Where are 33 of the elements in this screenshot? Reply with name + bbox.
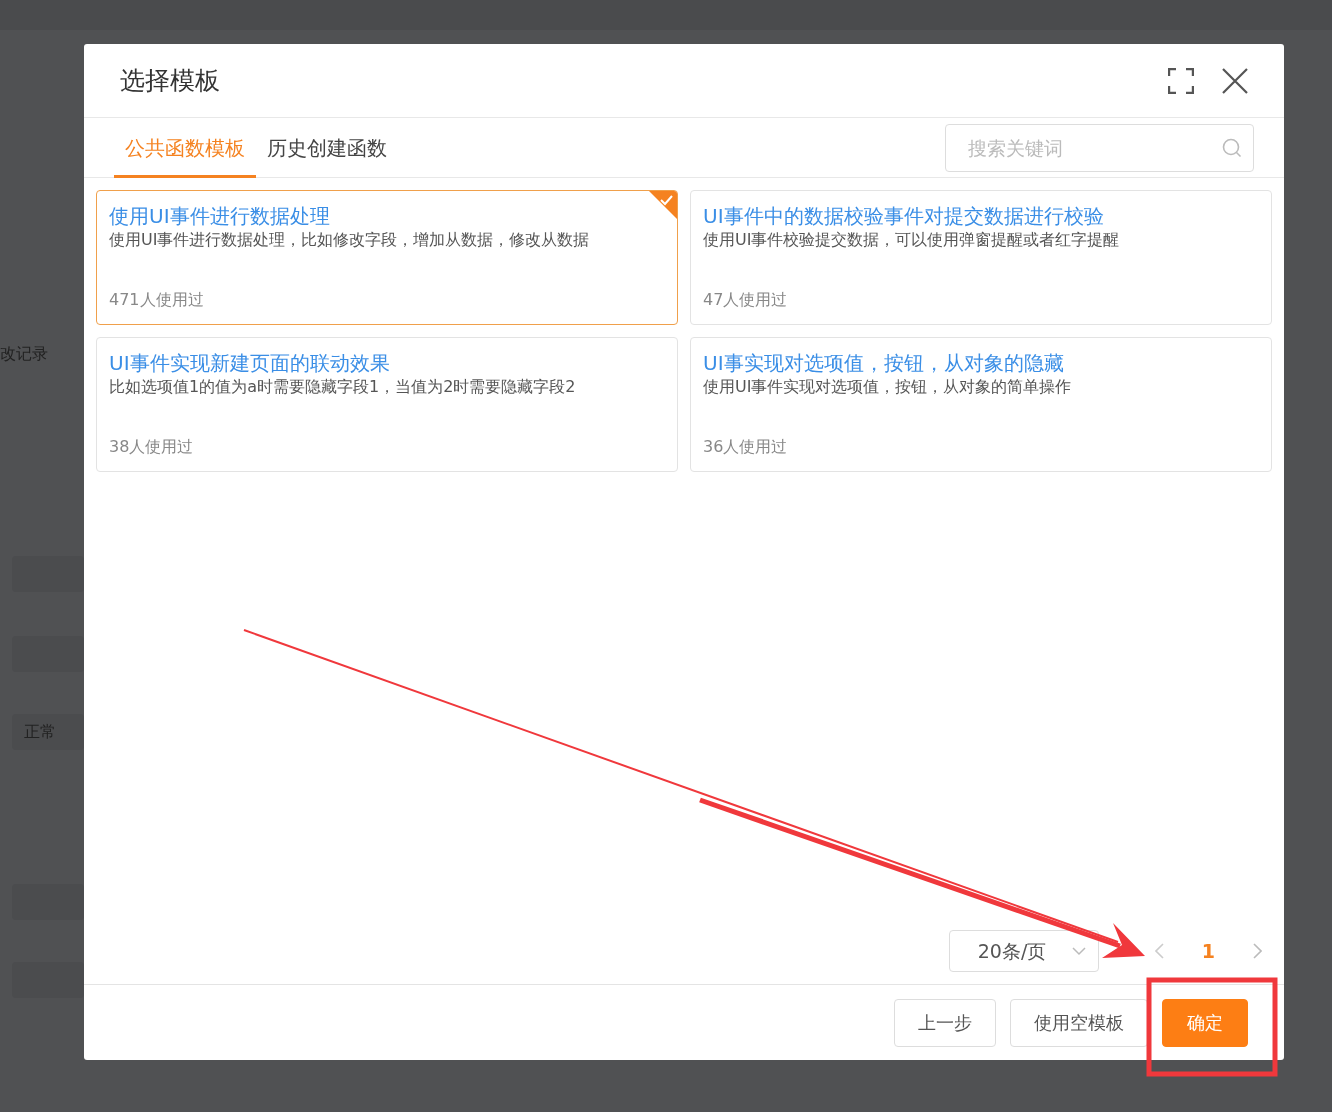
usage-count: 471人使用过 (109, 289, 205, 311)
template-description: 使用UI事件校验提交数据，可以使用弹窗提醒或者红字提醒 (703, 229, 1121, 251)
previous-page-icon[interactable] (1154, 943, 1164, 959)
dialog-button[interactable]: 使用空模板 (1010, 998, 1148, 1047)
template-description: 使用UI事件实现对选项值，按钮，从对象的简单操作 (703, 376, 1073, 398)
chevron-down-icon (1071, 946, 1086, 956)
template-title: UI事件中的数据校验事件对提交数据进行校验 (703, 203, 1105, 229)
tab[interactable]: 历史创建函数 (256, 133, 398, 178)
template-title: 使用UI事件进行数据处理 (109, 203, 331, 229)
input-field[interactable] (12, 636, 84, 672)
input-field[interactable] (12, 556, 84, 592)
template-card[interactable]: UI事件实现新建页面的联动效果 比如选项值1的值为a时需要隐藏字段1，当值为2时需要隐藏字段2 38人使用过 (96, 337, 678, 472)
template-description: 比如选项值1的值为a时需要隐藏字段1，当值为2时需要隐藏字段2 (109, 376, 577, 398)
dialog-button[interactable]: 上一步 (894, 998, 996, 1047)
template-title: UI事件实现新建页面的联动效果 (109, 350, 391, 376)
usage-count: 47人使用过 (703, 289, 789, 311)
template-description: 使用UI事件进行数据处理，比如修改字段，增加从数据，修改从数据 (109, 229, 591, 251)
dialog-title: 选择模板 (120, 64, 220, 97)
input-field[interactable] (12, 962, 84, 998)
search-field[interactable]: 搜索关键词 (945, 123, 1254, 172)
template-card[interactable]: UI事实现对选项值，按钮，从对象的隐藏 使用UI事件实现对选项值，按钮，从对象的简单操作 36人使用过 (690, 337, 1272, 472)
template-card[interactable]: UI事件中的数据校验事件对提交数据进行校验 使用UI事件校验提交数据，可以使用弹窗提醒或者红字提醒 47人使用过 (690, 190, 1272, 325)
usage-count: 38人使用过 (109, 436, 195, 458)
usage-count: 36人使用过 (703, 436, 789, 458)
template-card[interactable]: 使用UI事件进行数据处理 使用UI事件进行数据处理，比如修改字段，增加从数据，修改从数据 471人使用过 (96, 190, 678, 325)
fullscreen-icon[interactable] (1168, 67, 1194, 94)
template-title: UI事实现对选项值，按钮，从对象的隐藏 (703, 350, 1065, 376)
input-field[interactable] (12, 884, 84, 920)
page-size-select[interactable]: 20条/页 (948, 930, 1099, 972)
selected-check-icon (649, 191, 677, 219)
next-page-icon[interactable] (1253, 943, 1262, 959)
close-icon[interactable] (1222, 67, 1248, 94)
search-icon[interactable] (1222, 137, 1242, 158)
